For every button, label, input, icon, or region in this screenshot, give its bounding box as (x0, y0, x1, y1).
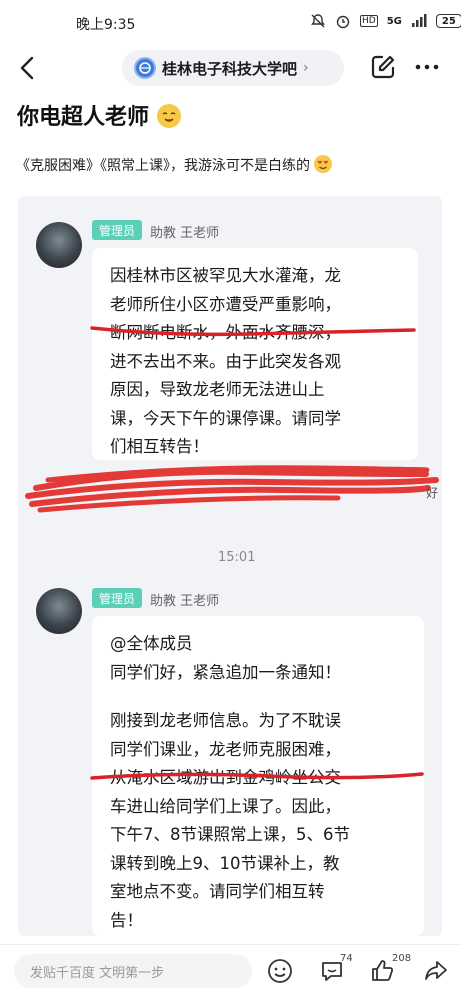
red-scribble (25, 465, 439, 513)
post-subtitle-text: 《克服困难》《照常上课》，我游泳可不是白练的 (16, 158, 310, 174)
avatar (36, 588, 82, 634)
forum-name: 桂林电子科技大学吧 (162, 59, 298, 78)
message-line: 同学们好，紧急追加一条通知！ (110, 662, 341, 682)
post-subtitle: 《克服困难》《照常上课》，我游泳可不是白练的 (16, 155, 333, 175)
share-button[interactable] (420, 955, 452, 987)
comment-count: 74 (340, 953, 353, 964)
edit-icon (371, 55, 395, 79)
emoji-button[interactable] (264, 955, 296, 987)
share-icon (425, 961, 447, 980)
red-underline (90, 772, 424, 780)
status-bar: 晚上9:35 HD 5G 25 (0, 0, 461, 44)
status-time: 晚上9:35 (76, 17, 136, 33)
post-title-text: 你电超人老师 (17, 105, 150, 130)
message-line: 课，今天下午的课停课。请同学 (110, 408, 341, 428)
admin-badge: 管理员 (92, 220, 143, 240)
red-underline (90, 326, 416, 337)
message-line (110, 687, 410, 707)
emoji-icon (268, 959, 292, 983)
message-line: 老师所住小区亦遭受严重影响， (110, 294, 341, 314)
message-line: 告！ (110, 910, 143, 930)
timestamp: 15:01 (218, 550, 256, 565)
message-line: 刚接到龙老师信息。为了不耽误 (110, 711, 341, 730)
signal-icon (411, 14, 427, 27)
back-arrow-icon (20, 56, 34, 80)
chat-screenshot: 管理员 助教 王老师 因桂林市区被罕见大水灌淹，龙 老师所住小区亦遭受严重影响，… (18, 196, 442, 936)
sender-name: 助教 王老师 (150, 226, 220, 241)
message-line: @全体成员 (110, 634, 193, 653)
message-line: 室地点不变。请同学们相互转 (110, 882, 325, 901)
like-count: 208 (392, 953, 412, 964)
heart-eyes-emoji-icon (314, 155, 333, 173)
more-button[interactable] (412, 54, 442, 80)
emoji-icon (156, 104, 181, 128)
reply-input[interactable]: 发贴千百度 文明第一步 (14, 954, 252, 988)
message-line: 同学们课业，龙老师克服困难， (110, 739, 341, 759)
sender-name: 助教 王老师 (150, 594, 220, 609)
edit-button[interactable] (370, 54, 396, 80)
more-icon (415, 64, 439, 70)
message-line: 下午7、8节课照常上课，5、6节 (110, 825, 350, 844)
admin-badge: 管理员 (92, 588, 143, 608)
forum-link[interactable]: 桂林电子科技大学吧 › (122, 50, 344, 86)
hd-badge: HD (360, 15, 378, 27)
message-line: 进不去出不来。由于此突发各观 (110, 351, 341, 371)
back-button[interactable] (14, 52, 44, 84)
post-title: 你电超人老师 (17, 99, 181, 131)
message-bubble: 因桂林市区被罕见大水灌淹，龙 老师所住小区亦遭受严重影响， 断网断电断水，外面水… (92, 248, 418, 460)
mute-icon (311, 14, 325, 28)
forum-logo-icon (134, 57, 156, 79)
status-icons: HD 5G 25 (310, 13, 461, 29)
chevron-right-icon: › (303, 60, 309, 76)
avatar (36, 222, 82, 268)
battery-level: 25 (441, 15, 456, 27)
network-label: 5G (386, 15, 402, 27)
alarm-icon (336, 15, 350, 29)
battery-icon: 25 (435, 14, 461, 28)
message-line: 车进山给同学们上课了。因此， (110, 796, 341, 816)
message-line: 原因，导致龙老师无法进山上 (110, 380, 325, 399)
scribble-fragment: 好 (426, 486, 439, 500)
message-line: 课转到晚上9、10节课补上，教 (110, 853, 340, 873)
message-line: 因桂林市区被罕见大水灌淹，龙 (110, 266, 341, 285)
